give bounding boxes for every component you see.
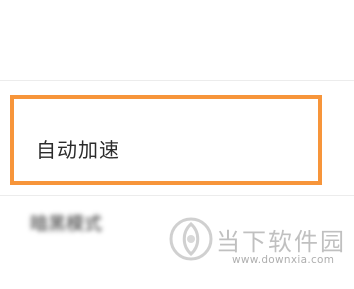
watermark: 当下软件园 www.downxia.com <box>168 216 348 276</box>
settings-item-blurred-bottom[interactable]: 暗黑模式 <box>30 210 102 236</box>
auto-speed-label: 自动加速 <box>36 138 120 162</box>
watermark-url: www.downxia.com <box>232 254 335 266</box>
downxia-logo-icon <box>169 217 213 261</box>
settings-screen: 自动加速 暗黑模式 当下软件园 www.downxia.com <box>0 0 354 289</box>
divider <box>0 195 354 196</box>
watermark-title: 当下软件园 <box>216 228 346 256</box>
divider <box>0 80 354 81</box>
settings-item-auto-speed[interactable]: 自动加速 <box>10 95 322 185</box>
